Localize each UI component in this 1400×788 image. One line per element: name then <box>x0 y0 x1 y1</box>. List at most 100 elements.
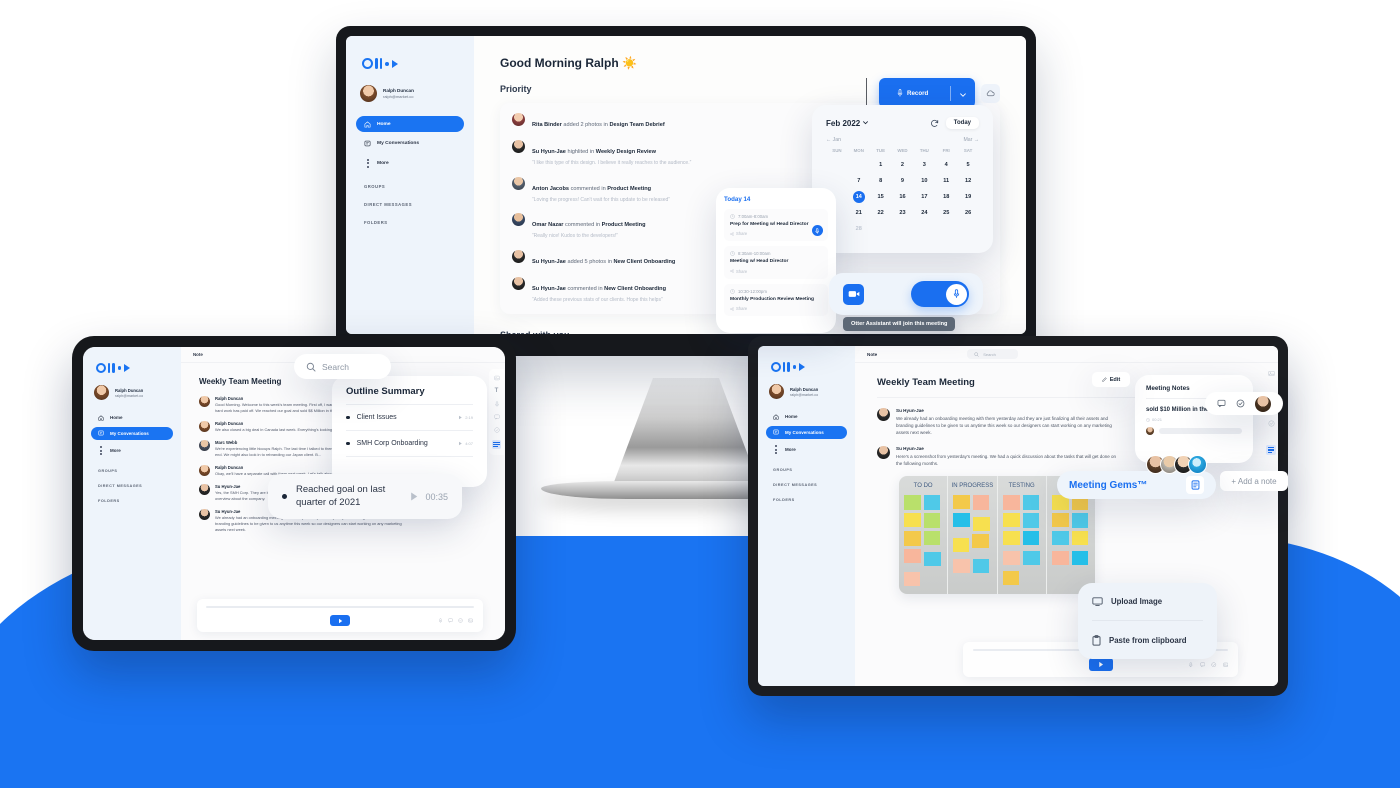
sidebar-section-folders[interactable]: FOLDERS <box>364 220 464 225</box>
calendar-day[interactable]: 4 <box>935 157 957 173</box>
agenda-share-label[interactable]: Share <box>736 306 747 311</box>
calendar-day[interactable]: 24 <box>913 205 935 221</box>
comment-icon[interactable] <box>1217 399 1226 408</box>
cloud-upload-button[interactable] <box>981 83 1001 103</box>
sidebar-section-groups[interactable]: GROUPS <box>98 469 173 473</box>
share-icon[interactable] <box>730 232 734 236</box>
calendar-day[interactable]: 18 <box>935 189 957 205</box>
sidebar-item-more[interactable]: More <box>91 442 173 458</box>
chevron-down-icon[interactable] <box>863 121 869 125</box>
calendar-day[interactable]: 19 <box>957 189 979 205</box>
image-icon[interactable] <box>1222 662 1229 668</box>
search-input[interactable]: Search <box>983 352 996 357</box>
microphone-icon[interactable] <box>438 618 443 623</box>
meeting-gems-bar[interactable]: Meeting Gems™ <box>1057 471 1216 499</box>
check-circle-icon[interactable] <box>1268 420 1275 427</box>
calendar-day[interactable]: 1 <box>870 157 892 173</box>
calendar-day[interactable]: 11 <box>935 173 957 189</box>
text-icon[interactable]: T <box>495 388 499 394</box>
calendar-day[interactable]: 22 <box>870 205 892 221</box>
sidebar-item-home[interactable]: Home <box>766 410 847 423</box>
image-icon[interactable] <box>468 618 473 623</box>
add-note-button[interactable]: + Add a note <box>1220 471 1288 491</box>
calendar-day[interactable]: 7 <box>848 173 870 189</box>
calendar-day[interactable]: 28 <box>848 221 870 237</box>
calendar-day[interactable]: 2 <box>892 157 914 173</box>
calendar-day[interactable]: 16 <box>892 189 914 205</box>
check-circle-icon[interactable] <box>1211 662 1217 668</box>
search-input[interactable]: Search <box>322 362 349 372</box>
microphone-icon[interactable] <box>494 401 500 407</box>
sidebar-section-direct-messages[interactable]: DIRECT MESSAGES <box>364 202 464 207</box>
sidebar-section-groups[interactable]: GROUPS <box>364 184 464 189</box>
notes-button[interactable] <box>1186 476 1204 494</box>
sidebar-section-folders[interactable]: FOLDERS <box>98 499 173 503</box>
calendar-day-selected[interactable]: 14 <box>852 191 865 203</box>
comment-icon[interactable] <box>1199 662 1206 668</box>
agenda-share-label[interactable]: Share <box>736 231 747 236</box>
avatar[interactable] <box>1255 395 1271 412</box>
outline-item[interactable]: Client Issues 2:19 <box>346 414 473 421</box>
image-icon[interactable] <box>1267 370 1275 377</box>
refresh-icon[interactable] <box>930 119 939 128</box>
calendar-day[interactable]: 21 <box>848 205 870 221</box>
sidebar-item-more[interactable]: More <box>356 154 464 172</box>
calendar-day[interactable]: 15 <box>870 189 892 205</box>
check-circle-icon[interactable] <box>493 427 500 433</box>
comment-icon[interactable] <box>493 414 500 420</box>
sidebar-section-direct-messages[interactable]: DIRECT MESSAGES <box>98 484 173 488</box>
calendar-day[interactable]: 3 <box>913 157 935 173</box>
highlight-chip[interactable]: Reached goal on last quarter of 2021 00:… <box>268 474 462 519</box>
edit-button[interactable]: Edit <box>1092 372 1130 387</box>
sidebar-section-groups[interactable]: GROUPS <box>773 468 847 472</box>
search-box[interactable]: Search <box>967 349 1018 359</box>
play-button[interactable] <box>330 615 350 626</box>
calendar-day[interactable]: 17 <box>913 189 935 205</box>
calendar-day[interactable]: 9 <box>892 173 914 189</box>
sidebar-section-folders[interactable]: FOLDERS <box>773 498 847 502</box>
record-button[interactable]: Record <box>879 78 976 108</box>
share-icon[interactable] <box>730 306 734 311</box>
agenda-event[interactable]: 10:30-12:00pm Monthly Production Review … <box>724 283 828 317</box>
monitor-user-profile[interactable]: Ralph Duncan ralph@market.co <box>360 85 464 102</box>
menu-item-paste-from-clipboard[interactable]: Paste from clipboard <box>1092 621 1203 659</box>
video-camera-button[interactable] <box>843 283 864 305</box>
participant-avatar-stack[interactable] <box>1146 455 1207 474</box>
outline-list-icon[interactable] <box>492 440 501 449</box>
check-circle-icon[interactable] <box>1236 399 1245 408</box>
record-dropdown-button[interactable] <box>951 78 975 108</box>
calendar-day[interactable] <box>826 157 848 173</box>
sidebar-item-my-conversations[interactable]: My Conversations <box>766 425 847 439</box>
calendar-next-month[interactable]: Mar → <box>963 137 979 143</box>
outline-list-icon[interactable] <box>1266 445 1276 455</box>
sidebar-item-home[interactable]: Home <box>91 411 173 424</box>
tablet-user-profile[interactable]: Ralph Duncan ralph@market.co <box>94 385 173 400</box>
outline-item[interactable]: SMH Corp Onboarding 4:07 <box>346 440 473 447</box>
laptop-user-profile[interactable]: Ralph Duncan ralph@market.co <box>769 384 847 399</box>
assistant-toggle[interactable] <box>911 281 969 307</box>
comment-icon[interactable] <box>448 618 453 623</box>
calendar-day[interactable]: 26 <box>957 205 979 221</box>
play-icon[interactable] <box>458 415 463 420</box>
share-icon[interactable] <box>730 269 734 274</box>
sidebar-section-direct-messages[interactable]: DIRECT MESSAGES <box>773 483 847 487</box>
calendar-day[interactable] <box>848 157 870 173</box>
calendar-today-button[interactable]: Today <box>945 117 979 129</box>
sidebar-item-my-conversations[interactable]: My Conversations <box>356 135 464 151</box>
agenda-event[interactable]: 7:00am-8:00am Prep for Meeting w/ Head D… <box>724 209 828 242</box>
calendar-day[interactable]: 10 <box>913 173 935 189</box>
sidebar-item-my-conversations[interactable]: My Conversations <box>91 426 173 440</box>
calendar-day[interactable]: 12 <box>957 173 979 189</box>
calendar-prev-month[interactable]: ← Jan <box>826 137 841 143</box>
play-icon[interactable] <box>409 491 420 502</box>
search-box[interactable]: Search <box>294 354 391 379</box>
check-circle-icon[interactable] <box>458 618 463 623</box>
play-icon[interactable] <box>458 441 463 446</box>
agenda-event[interactable]: 8:30am-10:00am Meeting w/ Head Director … <box>724 246 828 279</box>
otter-avatar[interactable] <box>1188 455 1207 474</box>
microphone-icon[interactable] <box>1188 662 1194 668</box>
calendar-month-label[interactable]: Feb 2022 <box>826 119 860 128</box>
calendar-day[interactable] <box>826 173 848 189</box>
sidebar-item-more[interactable]: More <box>766 441 847 457</box>
menu-item-upload-image[interactable]: Upload Image <box>1092 583 1203 621</box>
